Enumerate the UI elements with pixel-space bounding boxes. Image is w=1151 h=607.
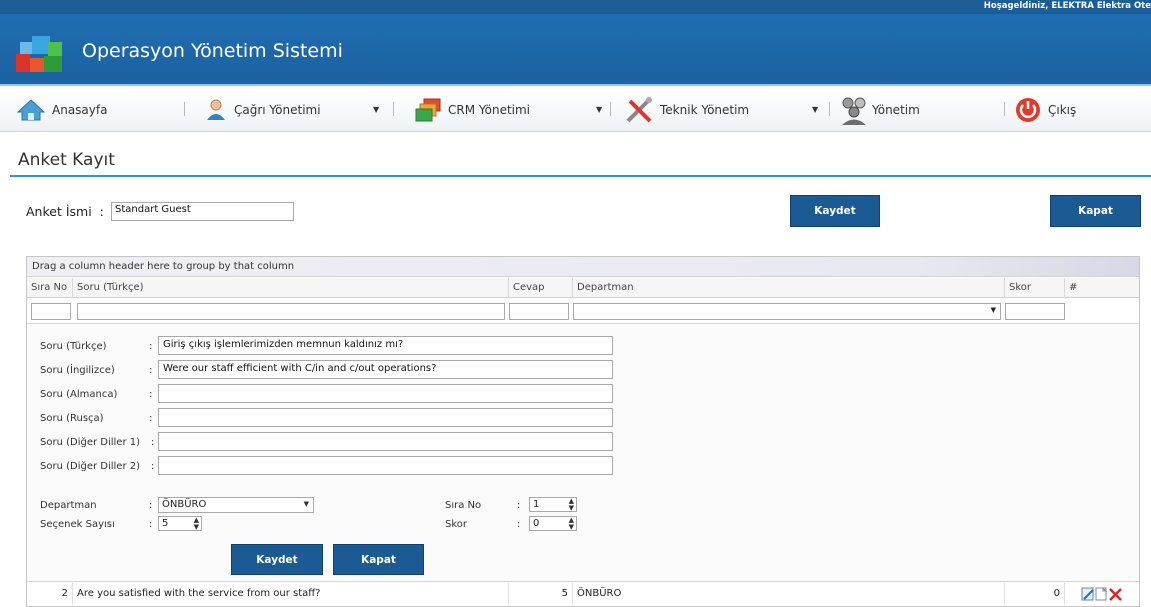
filter-soru[interactable]: [77, 303, 505, 320]
field-label: Soru (Türkçe): [40, 341, 107, 352]
tools-icon: [626, 97, 652, 123]
menu-item-cikis[interactable]: Çıkış: [1014, 88, 1076, 132]
users-group-icon: [842, 97, 866, 125]
cell-skor: 0: [1005, 583, 1065, 605]
field-label: Soru (Diğer Diller 1): [40, 437, 141, 448]
home-icon: [16, 99, 46, 121]
save-button[interactable]: Kaydet: [790, 195, 880, 227]
app-title: Operasyon Yönetim Sistemi: [82, 40, 343, 62]
menu-label: Teknik Yönetim: [660, 103, 750, 117]
form-save-button[interactable]: Kaydet: [231, 544, 323, 575]
survey-name-label: Anket İsmi :: [26, 204, 104, 219]
group-by-panel[interactable]: Drag a column header here to group by th…: [27, 257, 1139, 277]
field-label: Soru (İngilizce): [40, 365, 115, 376]
menu-label: Çağrı Yönetimi: [234, 103, 321, 117]
col-header-skor[interactable]: Skor: [1005, 278, 1065, 298]
power-icon: [1016, 98, 1040, 122]
menu-separator: [393, 102, 394, 116]
order-label: Sıra No: [445, 500, 482, 511]
order-stepper[interactable]: 1 ▲ ▼: [529, 497, 577, 512]
form-close-button[interactable]: Kapat: [333, 544, 424, 575]
field-label: Soru (Rusça): [40, 413, 104, 424]
chevron-down-icon[interactable]: ▼: [991, 306, 996, 314]
option-count-stepper[interactable]: 5 ▲ ▼: [158, 516, 202, 531]
field-label: Soru (Almanca): [40, 389, 118, 400]
menu-item-crm-yonetimi[interactable]: CRM Yönetimi: [414, 88, 530, 132]
cell-departman: ÖNBÜRO: [573, 583, 1005, 605]
questions-grid: Drag a column header here to group by th…: [26, 256, 1140, 607]
menu-item-anasayfa[interactable]: Anasayfa: [16, 88, 107, 132]
question-other1-input[interactable]: [158, 432, 613, 451]
col-header-soru[interactable]: Soru (Türkçe): [73, 278, 509, 298]
option-count-label: Seçenek Sayısı: [40, 519, 115, 530]
score-stepper[interactable]: 0 ▲ ▼: [529, 516, 577, 531]
cell-cevap: 5: [509, 583, 573, 605]
menu-separator: [1004, 102, 1005, 116]
menu-separator: [184, 102, 185, 116]
menu-label: Anasayfa: [52, 103, 108, 117]
table-row[interactable]: 2 Are you satisfied with the service fro…: [27, 583, 1139, 605]
edit-form: Soru (Türkçe) : Giriş çıkış işlemlerimiz…: [27, 325, 1139, 582]
col-header-actions: #: [1069, 282, 1078, 293]
menu-item-yonetim[interactable]: Yönetim: [838, 88, 920, 132]
col-header-cevap[interactable]: Cevap: [509, 278, 573, 298]
departman-select[interactable]: ÖNBÜRO ▼: [158, 497, 314, 513]
chevron-down-icon[interactable]: ▼: [373, 105, 379, 114]
menu-separator: [829, 102, 830, 116]
stepper-arrows-icon[interactable]: ▲ ▼: [569, 517, 574, 531]
filter-cevap[interactable]: [509, 303, 569, 320]
chevron-down-icon[interactable]: ▼: [812, 105, 818, 114]
edit-icon[interactable]: [1081, 587, 1094, 601]
windows-icon: [415, 98, 441, 122]
stepper-arrows-icon[interactable]: ▲ ▼: [569, 498, 574, 512]
question-other2-input[interactable]: [158, 456, 613, 475]
menu-label: Yönetim: [872, 103, 920, 117]
grid-header: Sıra No Soru (Türkçe) Cevap Departman Sk…: [27, 278, 1139, 298]
cell-actions: [1065, 583, 1139, 605]
copy-icon[interactable]: [1095, 587, 1108, 601]
departman-label: Departman: [40, 500, 97, 511]
stepper-arrows-icon[interactable]: ▲ ▼: [194, 517, 199, 531]
header-divider-light: [0, 84, 1151, 86]
menu-item-teknik-yonetim[interactable]: Teknik Yönetim: [624, 88, 749, 132]
filter-row: ▼: [27, 299, 1139, 324]
cell-soru: Are you satisfied with the service from …: [73, 583, 509, 605]
menu-item-cagri-yonetimi[interactable]: Çağrı Yönetimi: [204, 88, 321, 132]
survey-name-input[interactable]: Standart Guest: [111, 202, 294, 221]
col-header-sira-no[interactable]: Sıra No: [27, 278, 73, 298]
filter-departman[interactable]: ▼: [573, 303, 1001, 320]
brand-header: Operasyon Yönetim Sistemi: [0, 14, 1151, 80]
score-label: Skor: [445, 519, 468, 530]
chevron-down-icon: ▼: [303, 500, 309, 508]
chevron-down-icon[interactable]: ▼: [596, 105, 602, 114]
question-de-input[interactable]: [158, 384, 613, 403]
filter-skor[interactable]: [1005, 303, 1065, 320]
close-button[interactable]: Kapat: [1050, 195, 1141, 227]
welcome-text: Hoşageldiniz, ELEKTRA Elektra Ote: [983, 1, 1151, 11]
delete-icon[interactable]: [1109, 588, 1122, 601]
question-ru-input[interactable]: [158, 408, 613, 427]
question-tr-input[interactable]: Giriş çıkış işlemlerimizden memnun kaldı…: [158, 336, 613, 355]
app-logo-icon: [16, 36, 62, 72]
menu-label: Çıkış: [1048, 103, 1077, 117]
main-menu: Anasayfa Çağrı Yönetimi ▼ CRM Yönetimi ▼…: [0, 88, 1151, 132]
top-bar: Hoşageldiniz, ELEKTRA Elektra Ote: [0, 0, 1151, 14]
question-en-input[interactable]: Were our staff efficient with C/in and c…: [158, 360, 613, 379]
cell-sira-no: 2: [27, 583, 73, 605]
user-icon: [207, 99, 225, 120]
filter-sira-no[interactable]: [31, 303, 71, 320]
title-divider: [10, 175, 1151, 177]
menu-separator: [610, 102, 611, 116]
col-header-departman[interactable]: Departman: [573, 278, 1005, 298]
page-title: Anket Kayıt: [18, 150, 115, 170]
field-label: Soru (Diğer Diller 2): [40, 461, 141, 472]
row-actions: [1081, 587, 1122, 601]
menu-label: CRM Yönetimi: [448, 103, 531, 117]
